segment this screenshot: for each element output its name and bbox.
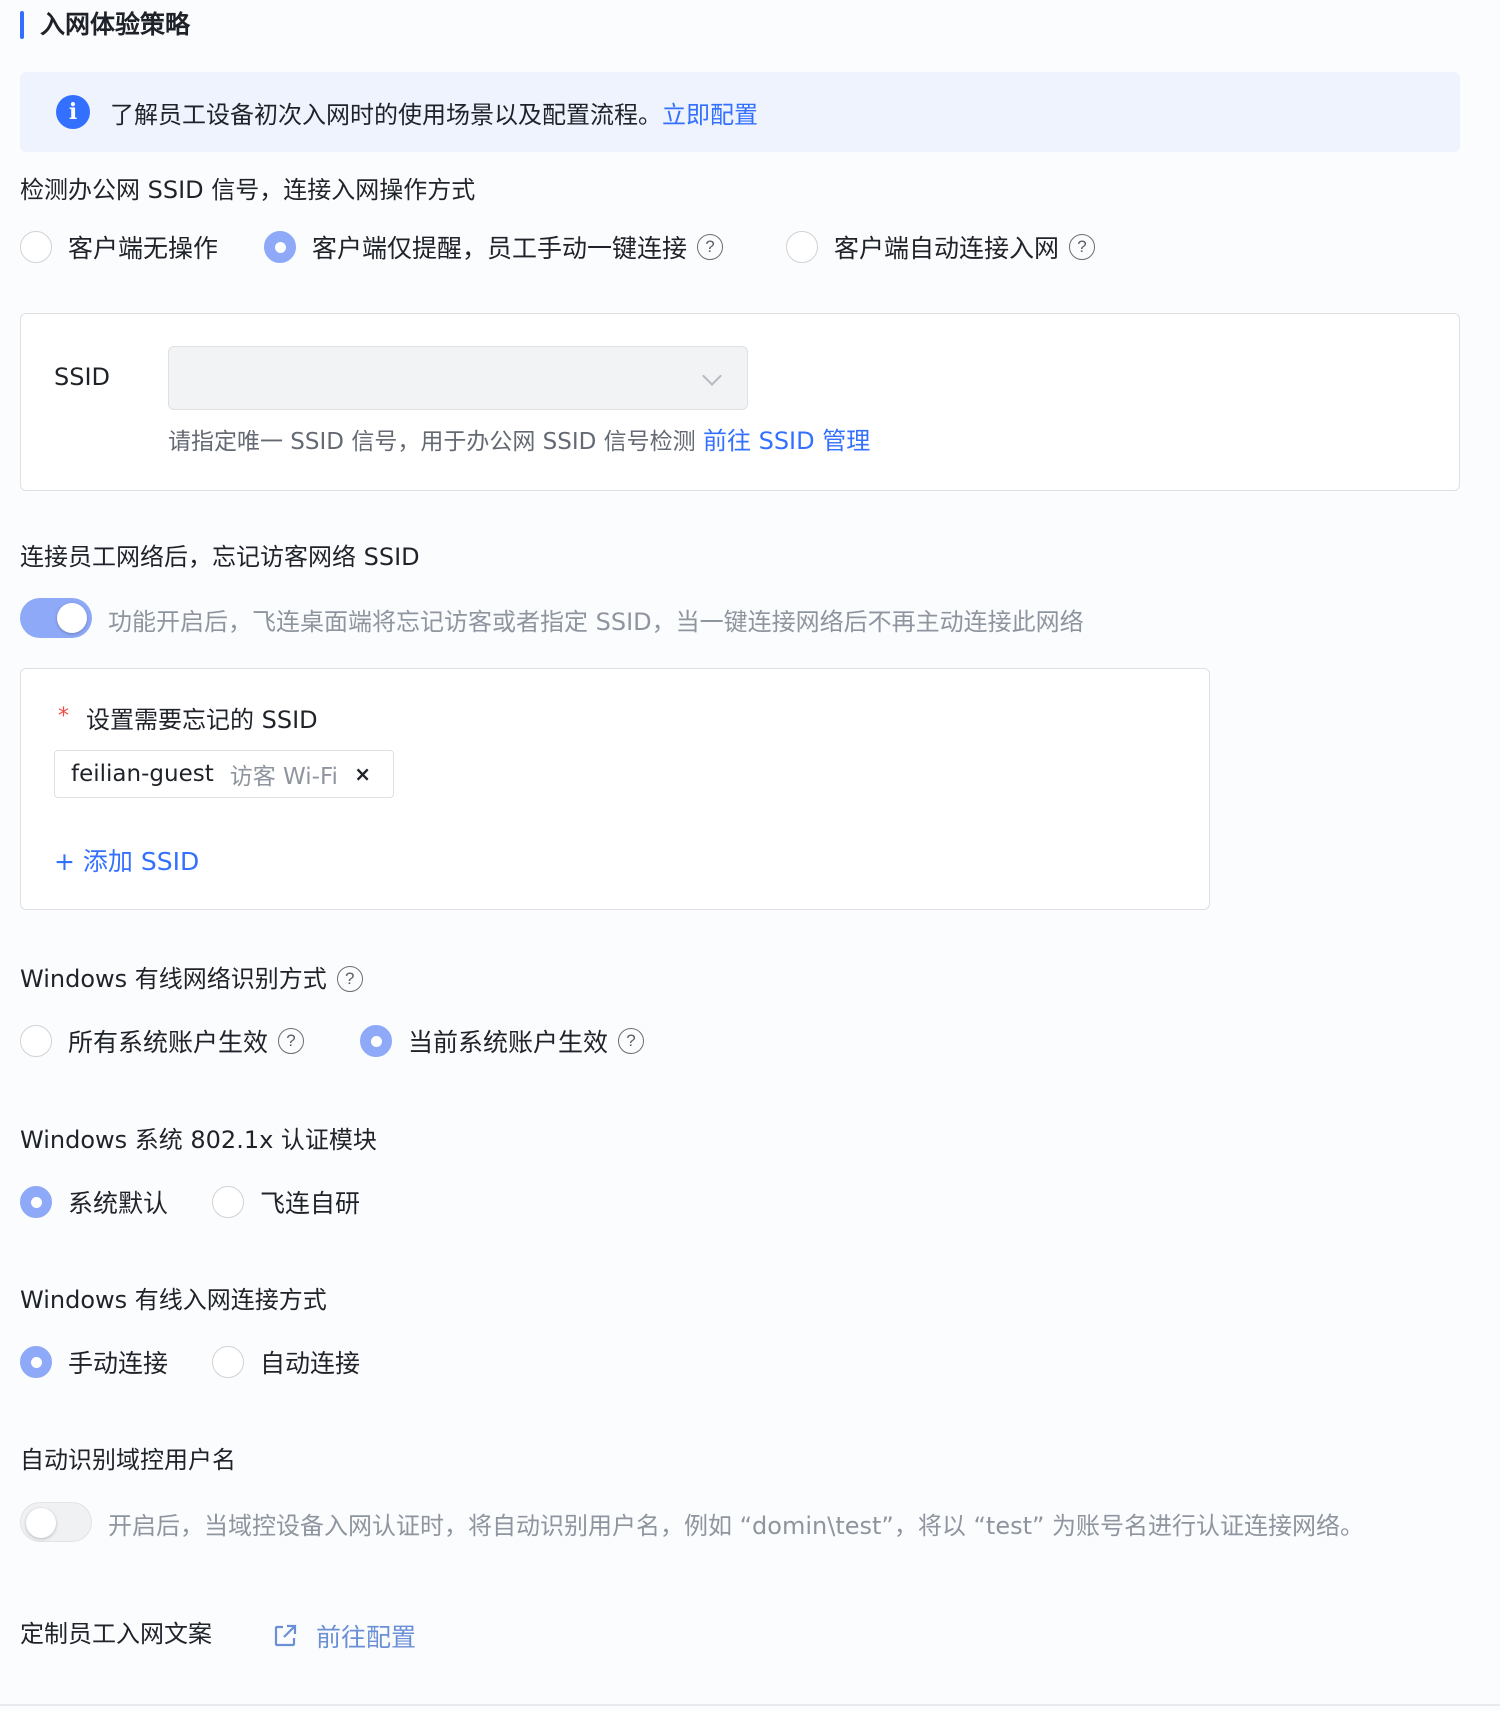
win-8021x-label: Windows 系统 802.1x 认证模块: [20, 1126, 377, 1154]
info-icon: i: [56, 95, 90, 129]
required-mark: *: [58, 704, 69, 729]
radio-label: 所有系统账户生效: [68, 1028, 269, 1057]
custom-copy-configure[interactable]: 前往配置: [272, 1618, 416, 1654]
page-title: 入网体验策略: [40, 10, 191, 39]
add-ssid-link[interactable]: + 添加 SSID: [54, 842, 199, 878]
configure-now-link[interactable]: 立即配置: [662, 101, 758, 129]
chevron-down-icon: [702, 366, 722, 386]
radio-label: 客户端仅提醒，员工手动一键连接: [312, 234, 688, 263]
toggle-knob: [57, 603, 87, 633]
radio-circle[interactable]: [20, 1346, 52, 1378]
custom-copy-label: 定制员工入网文案: [20, 1620, 212, 1648]
title-accent-bar: [20, 11, 24, 39]
help-icon[interactable]: ?: [618, 1028, 645, 1054]
radio-circle[interactable]: [212, 1346, 244, 1378]
help-icon[interactable]: ?: [278, 1028, 305, 1054]
win-wired-connect-label: Windows 有线入网连接方式: [20, 1286, 327, 1314]
radio-system-default[interactable]: 系统默认: [20, 1184, 168, 1220]
notice-text: 了解员工设备初次入网时的使用场景以及配置流程。立即配置: [110, 95, 758, 130]
radio-remind-manual-connect[interactable]: 客户端仅提醒，员工手动一键连接 ?: [264, 229, 724, 265]
radio-manual-connect[interactable]: 手动连接: [20, 1344, 168, 1380]
radio-label: 系统默认: [68, 1189, 169, 1218]
win-wired-identify-label: Windows 有线网络识别方式: [20, 965, 327, 993]
radio-circle[interactable]: [360, 1025, 392, 1057]
ssid-tag: feilian-guest 访客 Wi-Fi ×: [54, 750, 394, 798]
help-icon[interactable]: ?: [697, 234, 724, 260]
tag-ssid-name: feilian-guest: [71, 761, 214, 787]
radio-feilian-module[interactable]: 飞连自研: [212, 1184, 360, 1220]
radio-auto-connect-wired[interactable]: 自动连接: [212, 1344, 360, 1380]
forget-ssid-field-label: 设置需要忘记的 SSID: [86, 706, 318, 734]
forget-guest-desc: 功能开启后，飞连桌面端将忘记访客或者指定 SSID，当一键连接网络后不再主动连接…: [108, 608, 1084, 636]
notice-message: 了解员工设备初次入网时的使用场景以及配置流程。: [110, 100, 662, 129]
radio-circle[interactable]: [20, 231, 52, 263]
radio-label: 飞连自研: [260, 1189, 361, 1218]
close-icon[interactable]: ×: [354, 762, 371, 786]
domain-username-desc: 开启后，当域控设备入网认证时，将自动识别用户名，例如 “domin\test”，…: [108, 1512, 1365, 1540]
radio-label: 客户端自动连接入网: [834, 234, 1060, 263]
radio-circle[interactable]: [20, 1025, 52, 1057]
radio-circle[interactable]: [786, 231, 818, 263]
radio-circle[interactable]: [212, 1186, 244, 1218]
radio-label: 手动连接: [68, 1349, 169, 1378]
ssid-hint-text: 请指定唯一 SSID 信号，用于办公网 SSID 信号检测: [168, 429, 696, 455]
radio-label: 客户端无操作: [68, 234, 219, 263]
custom-copy-link[interactable]: 前往配置: [316, 1618, 416, 1654]
radio-label: 自动连接: [260, 1349, 361, 1378]
win-wired-identify-heading: Windows 有线网络识别方式 ?: [20, 962, 363, 996]
ssid-field-label: SSID: [54, 363, 111, 391]
external-link-icon: [274, 1624, 297, 1647]
radio-label: 当前系统账户生效: [408, 1028, 609, 1057]
radio-circle[interactable]: [20, 1186, 52, 1218]
forget-guest-toggle[interactable]: [20, 598, 92, 638]
help-icon[interactable]: ?: [336, 966, 363, 992]
info-notice: i 了解员工设备初次入网时的使用场景以及配置流程。立即配置: [20, 72, 1460, 152]
toggle-knob: [26, 1508, 56, 1538]
tag-ssid-desc: 访客 Wi-Fi: [229, 764, 338, 790]
domain-username-toggle[interactable]: [20, 1502, 92, 1542]
ssid-hint: 请指定唯一 SSID 信号，用于办公网 SSID 信号检测 前往 SSID 管理: [168, 421, 870, 456]
ssid-manage-link[interactable]: 前往 SSID 管理: [703, 427, 870, 455]
radio-circle[interactable]: [264, 231, 296, 263]
forget-guest-label: 连接员工网络后，忘记访客网络 SSID: [20, 543, 420, 571]
radio-no-action[interactable]: 客户端无操作: [20, 229, 218, 265]
help-icon[interactable]: ?: [1069, 234, 1096, 260]
radio-current-account[interactable]: 当前系统账户生效 ?: [360, 1023, 645, 1059]
radio-all-accounts[interactable]: 所有系统账户生效 ?: [20, 1023, 305, 1059]
bottom-divider: [0, 1704, 1500, 1706]
ssid-select[interactable]: [168, 346, 748, 410]
radio-auto-connect[interactable]: 客户端自动连接入网 ?: [786, 229, 1096, 265]
ssid-detect-label: 检测办公网 SSID 信号，连接入网操作方式: [20, 176, 476, 204]
domain-username-label: 自动识别域控用户名: [20, 1446, 236, 1474]
